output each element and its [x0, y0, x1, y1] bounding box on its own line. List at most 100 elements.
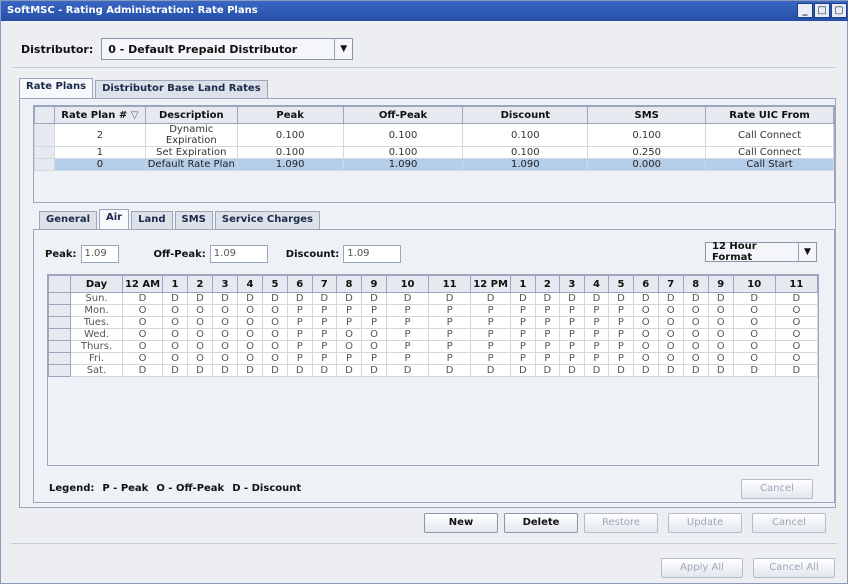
schedule-cell[interactable]: D	[287, 292, 313, 305]
schedule-cell[interactable]: P	[336, 352, 363, 365]
schedule-cell[interactable]: D	[122, 364, 163, 377]
schedule-cell[interactable]: D	[774, 364, 819, 377]
schedule-cell[interactable]: D	[122, 292, 163, 305]
schedule-cell[interactable]: O	[774, 328, 819, 341]
table-cell[interactable]: 0.000	[587, 158, 707, 171]
table-cell[interactable]: 0.100	[342, 123, 464, 147]
schedule-cell[interactable]: P	[583, 340, 610, 353]
schedule-cell[interactable]: O	[212, 340, 238, 353]
schedule-cell[interactable]: O	[122, 340, 163, 353]
column-header-description[interactable]: Description	[144, 106, 238, 124]
schedule-cell[interactable]: P	[386, 304, 430, 317]
chevron-down-icon[interactable]: ▼	[334, 39, 352, 59]
schedule-cell[interactable]: O	[732, 352, 776, 365]
table-cell[interactable]: 0.100	[462, 146, 589, 159]
cancel-button[interactable]: Cancel	[752, 513, 826, 533]
schedule-cell[interactable]: O	[682, 328, 709, 341]
schedule-cell[interactable]: O	[162, 316, 188, 329]
schedule-cell[interactable]: P	[428, 352, 472, 365]
schedule-cell[interactable]: O	[162, 328, 188, 341]
schedule-cell[interactable]: P	[559, 328, 585, 341]
schedule-cell[interactable]: D	[386, 292, 430, 305]
schedule-cell[interactable]: O	[774, 352, 819, 365]
row-header[interactable]	[48, 352, 71, 365]
schedule-cell[interactable]: P	[311, 352, 338, 365]
table-cell[interactable]: 0.100	[236, 123, 344, 147]
schedule-cell[interactable]: P	[361, 352, 388, 365]
hour-format-select[interactable]: 12 Hour Format ▼	[705, 241, 817, 263]
schedule-cell[interactable]: O	[122, 328, 163, 341]
new-button[interactable]: New	[424, 513, 498, 533]
schedule-cell[interactable]: O	[237, 328, 263, 341]
row-header[interactable]	[48, 292, 71, 305]
off-peak-input[interactable]: 1.09	[209, 245, 268, 263]
schedule-cell[interactable]: P	[510, 328, 536, 341]
schedule-cell[interactable]: D	[287, 364, 313, 377]
schedule-cell[interactable]: O	[187, 316, 213, 329]
schedule-cell[interactable]: O	[187, 328, 213, 341]
schedule-cell[interactable]: P	[583, 316, 610, 329]
discount-input[interactable]: 1.09	[343, 245, 402, 263]
schedule-cell[interactable]: O	[187, 352, 213, 365]
schedule-cell[interactable]: O	[237, 316, 263, 329]
schedule-cell[interactable]: D	[470, 292, 512, 305]
table-cell[interactable]: 1.090	[236, 158, 344, 171]
column-header-peak[interactable]: Peak	[236, 106, 344, 124]
schedule-cell[interactable]: P	[559, 352, 585, 365]
schedule-cell[interactable]: D	[534, 364, 561, 377]
table-cell[interactable]: 1	[53, 146, 146, 159]
peak-input[interactable]: 1.09	[80, 245, 119, 263]
filter-icon[interactable]: ▽	[131, 110, 139, 121]
tab-sms[interactable]: SMS	[174, 211, 213, 229]
schedule-cell[interactable]: O	[657, 316, 684, 329]
schedule-cell[interactable]: O	[707, 304, 734, 317]
schedule-cell[interactable]: D	[361, 292, 388, 305]
schedule-cell[interactable]: D	[187, 364, 213, 377]
schedule-cell[interactable]: O	[774, 316, 819, 329]
column-header-discount[interactable]: Discount	[462, 106, 589, 124]
table-cell[interactable]: Set Expiration	[144, 146, 238, 159]
schedule-cell[interactable]: O	[682, 340, 709, 353]
schedule-cell[interactable]: D	[608, 292, 634, 305]
schedule-cell[interactable]: D	[262, 292, 288, 305]
schedule-cell[interactable]: P	[470, 316, 512, 329]
tab-land[interactable]: Land	[131, 211, 173, 229]
row-header[interactable]	[34, 158, 55, 171]
update-button[interactable]: Update	[668, 513, 742, 533]
schedule-cell[interactable]: P	[287, 352, 313, 365]
schedule-cell[interactable]: O	[212, 316, 238, 329]
table-cell[interactable]: 0.100	[587, 123, 707, 147]
minimize-button[interactable]: _	[797, 3, 813, 18]
schedule-cell[interactable]: O	[682, 304, 709, 317]
schedule-cell[interactable]: P	[510, 316, 536, 329]
schedule-cell[interactable]: O	[707, 316, 734, 329]
schedule-cell[interactable]: P	[534, 328, 561, 341]
schedule-cell[interactable]: P	[583, 352, 610, 365]
schedule-cell[interactable]: P	[583, 328, 610, 341]
column-header-off-peak[interactable]: Off-Peak	[342, 106, 464, 124]
schedule-cell[interactable]: O	[122, 352, 163, 365]
table-cell[interactable]: 1.090	[342, 158, 464, 171]
schedule-cell[interactable]: D	[162, 292, 188, 305]
schedule-cell[interactable]: D	[510, 364, 536, 377]
schedule-cell[interactable]: P	[559, 340, 585, 353]
schedule-cell[interactable]: P	[608, 352, 634, 365]
row-header[interactable]	[48, 340, 71, 353]
table-cell[interactable]: Dynamic Expiration	[144, 123, 238, 147]
schedule-cell[interactable]: P	[336, 316, 363, 329]
schedule-cell[interactable]: P	[428, 304, 472, 317]
table-cell[interactable]: 0.100	[462, 123, 589, 147]
table-cell[interactable]: 0.100	[342, 146, 464, 159]
schedule-cell[interactable]: P	[608, 304, 634, 317]
schedule-cell[interactable]: P	[470, 304, 512, 317]
schedule-cell[interactable]: O	[732, 340, 776, 353]
schedule-cell[interactable]: O	[237, 352, 263, 365]
schedule-cell[interactable]: P	[386, 340, 430, 353]
table-cell[interactable]: Call Connect	[705, 146, 834, 159]
schedule-cell[interactable]: D	[707, 364, 734, 377]
schedule-cell[interactable]: O	[657, 328, 684, 341]
schedule-cell[interactable]: O	[187, 340, 213, 353]
schedule-cell[interactable]: O	[122, 304, 163, 317]
schedule-cell[interactable]: D	[336, 364, 363, 377]
schedule-cell[interactable]: P	[534, 352, 561, 365]
